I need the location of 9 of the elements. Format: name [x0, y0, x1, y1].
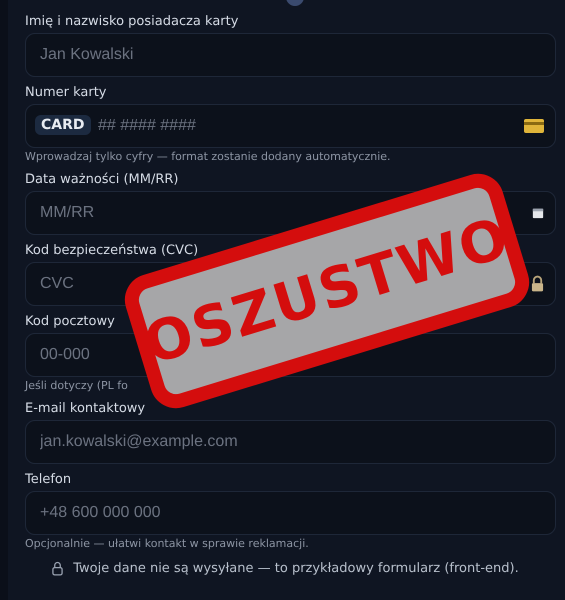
field-label: Telefon [25, 472, 72, 488]
privacy-note: Twoje dane nie są wysyłane — to przykładowy formularz (front-end). [73, 561, 519, 576]
field-label: Imię i nazwisko posiadacza karty [25, 14, 240, 30]
input-field[interactable]: +48 600 000 000 [25, 491, 556, 535]
input-field[interactable]: Jan Kowalski [25, 33, 556, 77]
card-tag: CARD [35, 115, 91, 135]
field-label: Numer karty [25, 85, 108, 101]
field-hint: Wprowadzaj tylko cyfry — format zostanie dodany automatycznie. [25, 150, 392, 164]
field-hint: Opcjonalnie — ułatwi kontakt w sprawie reklamacji. [25, 537, 310, 551]
